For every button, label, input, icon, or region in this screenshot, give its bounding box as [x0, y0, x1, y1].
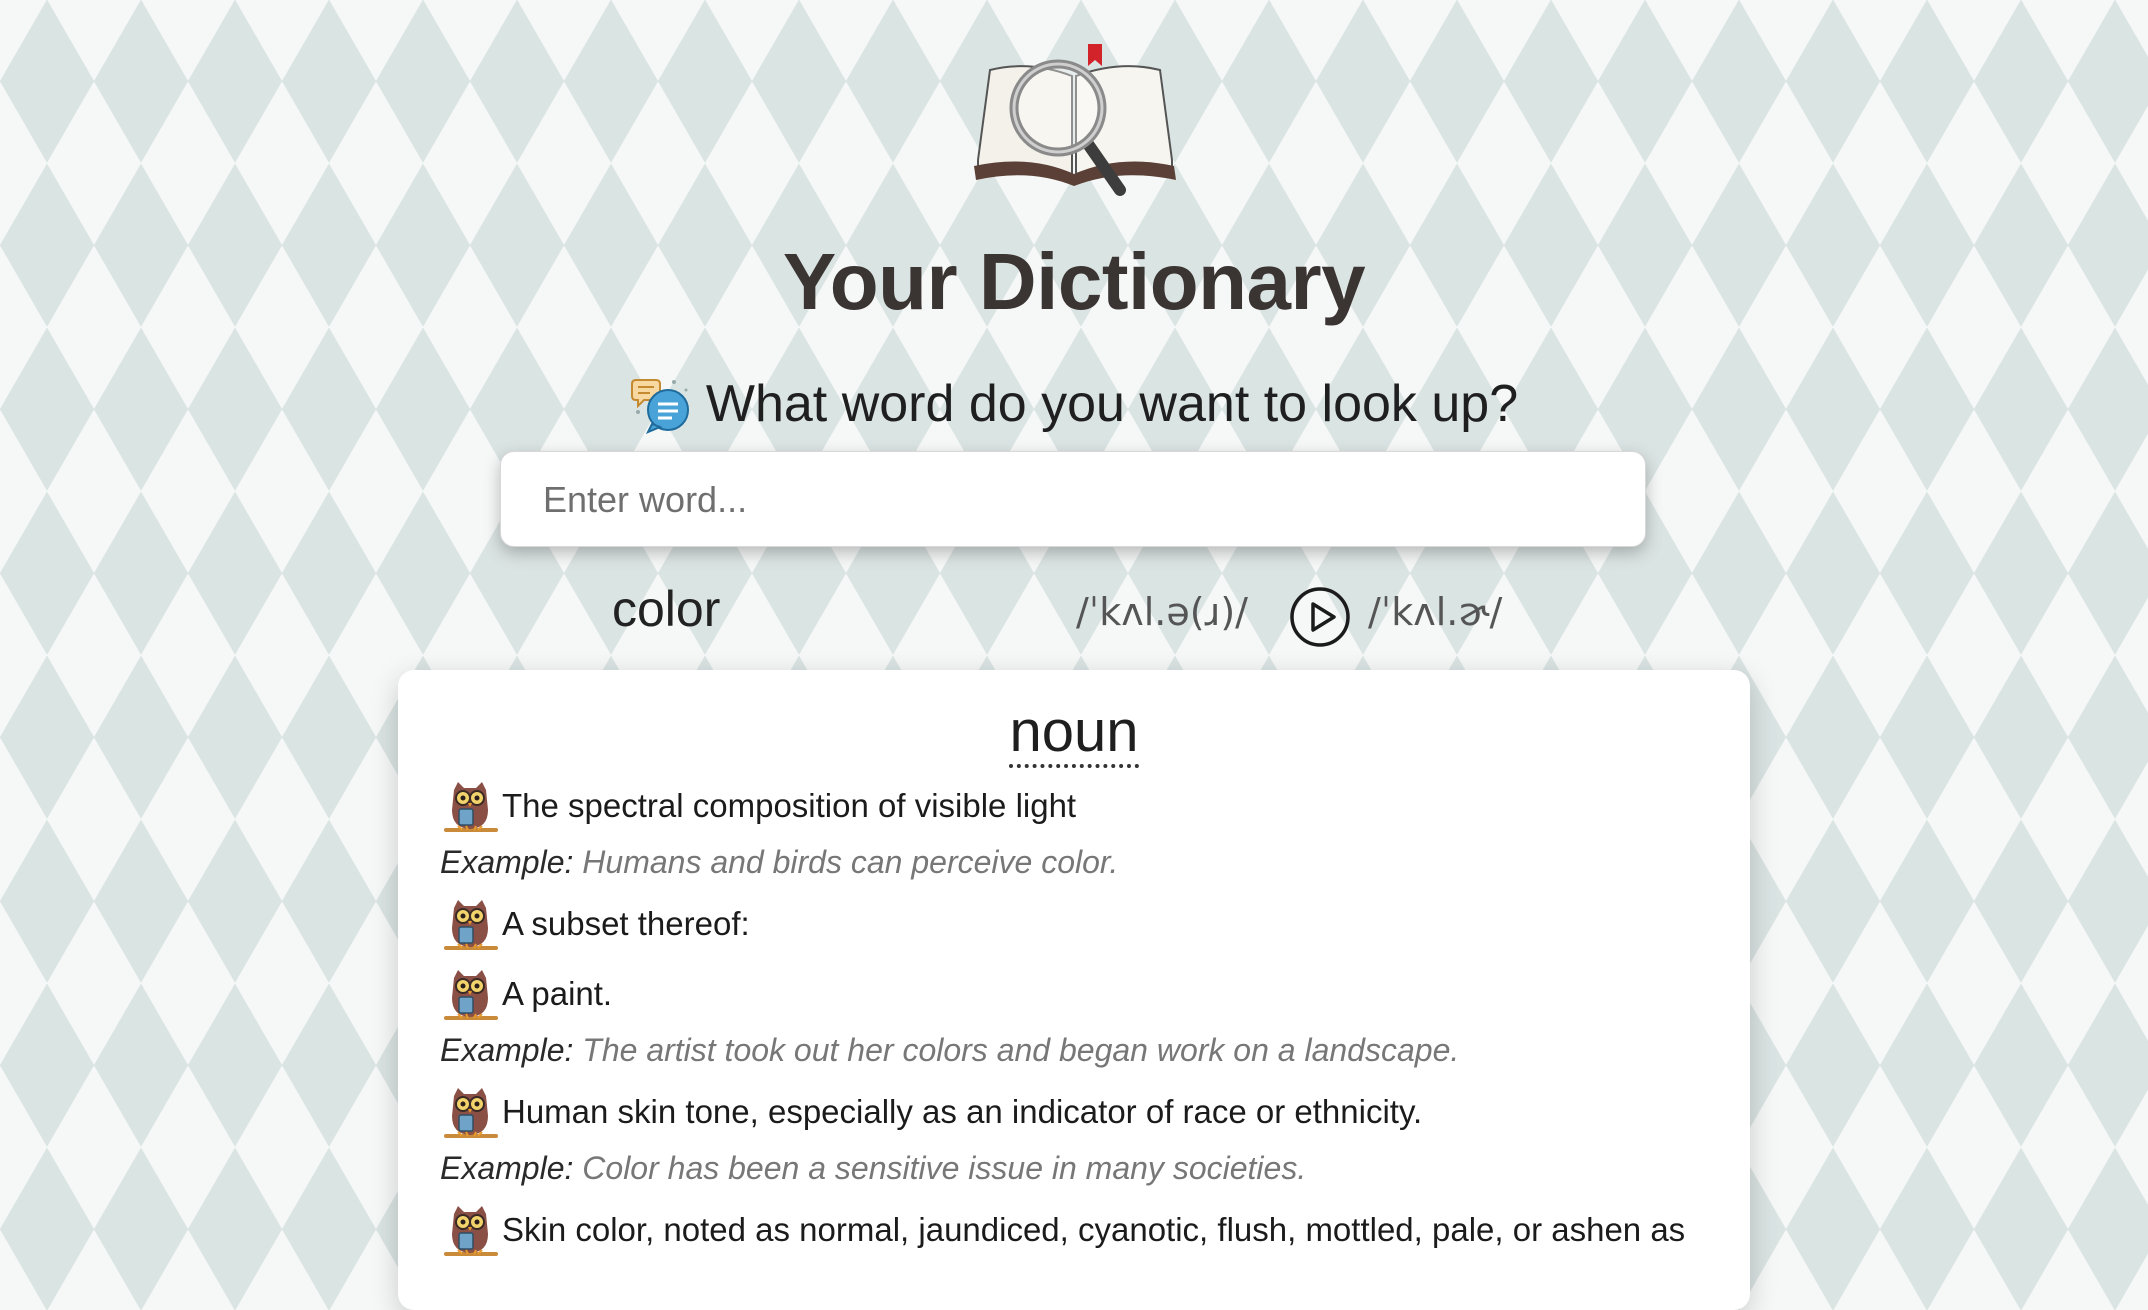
lookup-prompt: What word do you want to look up?	[0, 370, 2148, 438]
part-of-speech-heading: noun	[398, 698, 1750, 768]
phonetic-uk: /ˈkʌl.ə(ɹ)/	[1076, 590, 1248, 634]
prompt-text: What word do you want to look up?	[705, 375, 1519, 433]
definition-text: Human skin tone, especially as an indica…	[502, 1093, 1423, 1130]
book-with-magnifier-icon	[974, 44, 1176, 196]
result-word: color	[612, 581, 721, 637]
owl-icon	[440, 776, 500, 836]
definition-entry: A subset thereof:	[440, 894, 1730, 954]
example-label: Example:	[440, 844, 574, 880]
example-label: Example:	[440, 1032, 574, 1068]
example-text: Color has been a sensitive issue in many…	[582, 1150, 1307, 1186]
part-of-speech-label: noun	[1009, 699, 1139, 768]
definition-text: A paint.	[502, 975, 613, 1012]
definition-text: Skin color, noted as normal, jaundiced, …	[502, 1211, 1686, 1248]
definition-text: A subset thereof:	[502, 905, 750, 942]
owl-icon	[440, 894, 500, 954]
definition-text: The spectral composition of visible ligh…	[502, 787, 1077, 824]
play-pronunciation-button[interactable]	[1289, 586, 1351, 648]
owl-icon	[440, 964, 500, 1024]
example-line: Example: Color has been a sensitive issu…	[440, 1150, 1730, 1187]
definition-entry: Skin color, noted as normal, jaundiced, …	[440, 1200, 1730, 1260]
page-title: Your Dictionary	[782, 237, 1366, 326]
example-line: Example: The artist took out her colors …	[440, 1032, 1730, 1069]
owl-icon	[440, 1200, 500, 1260]
phonetic-us: /ˈkʌl.ɚ/	[1368, 590, 1503, 634]
word-search-input[interactable]	[541, 452, 1605, 548]
definition-entry: The spectral composition of visible ligh…	[440, 776, 1730, 881]
definition-entry: A paint. Example: The artist took out he…	[440, 964, 1730, 1069]
definition-entry: Human skin tone, especially as an indica…	[440, 1082, 1730, 1187]
example-text: Humans and birds can perceive color.	[582, 844, 1119, 880]
example-text: The artist took out her colors and began…	[582, 1032, 1460, 1068]
example-line: Example: Humans and birds can perceive c…	[440, 844, 1730, 881]
owl-icon	[440, 1082, 500, 1142]
search-box	[500, 451, 1646, 548]
speech-bubbles-icon	[630, 379, 689, 434]
definitions-card: noun The spectral composition of visible…	[398, 670, 1750, 1310]
example-label: Example:	[440, 1150, 574, 1186]
